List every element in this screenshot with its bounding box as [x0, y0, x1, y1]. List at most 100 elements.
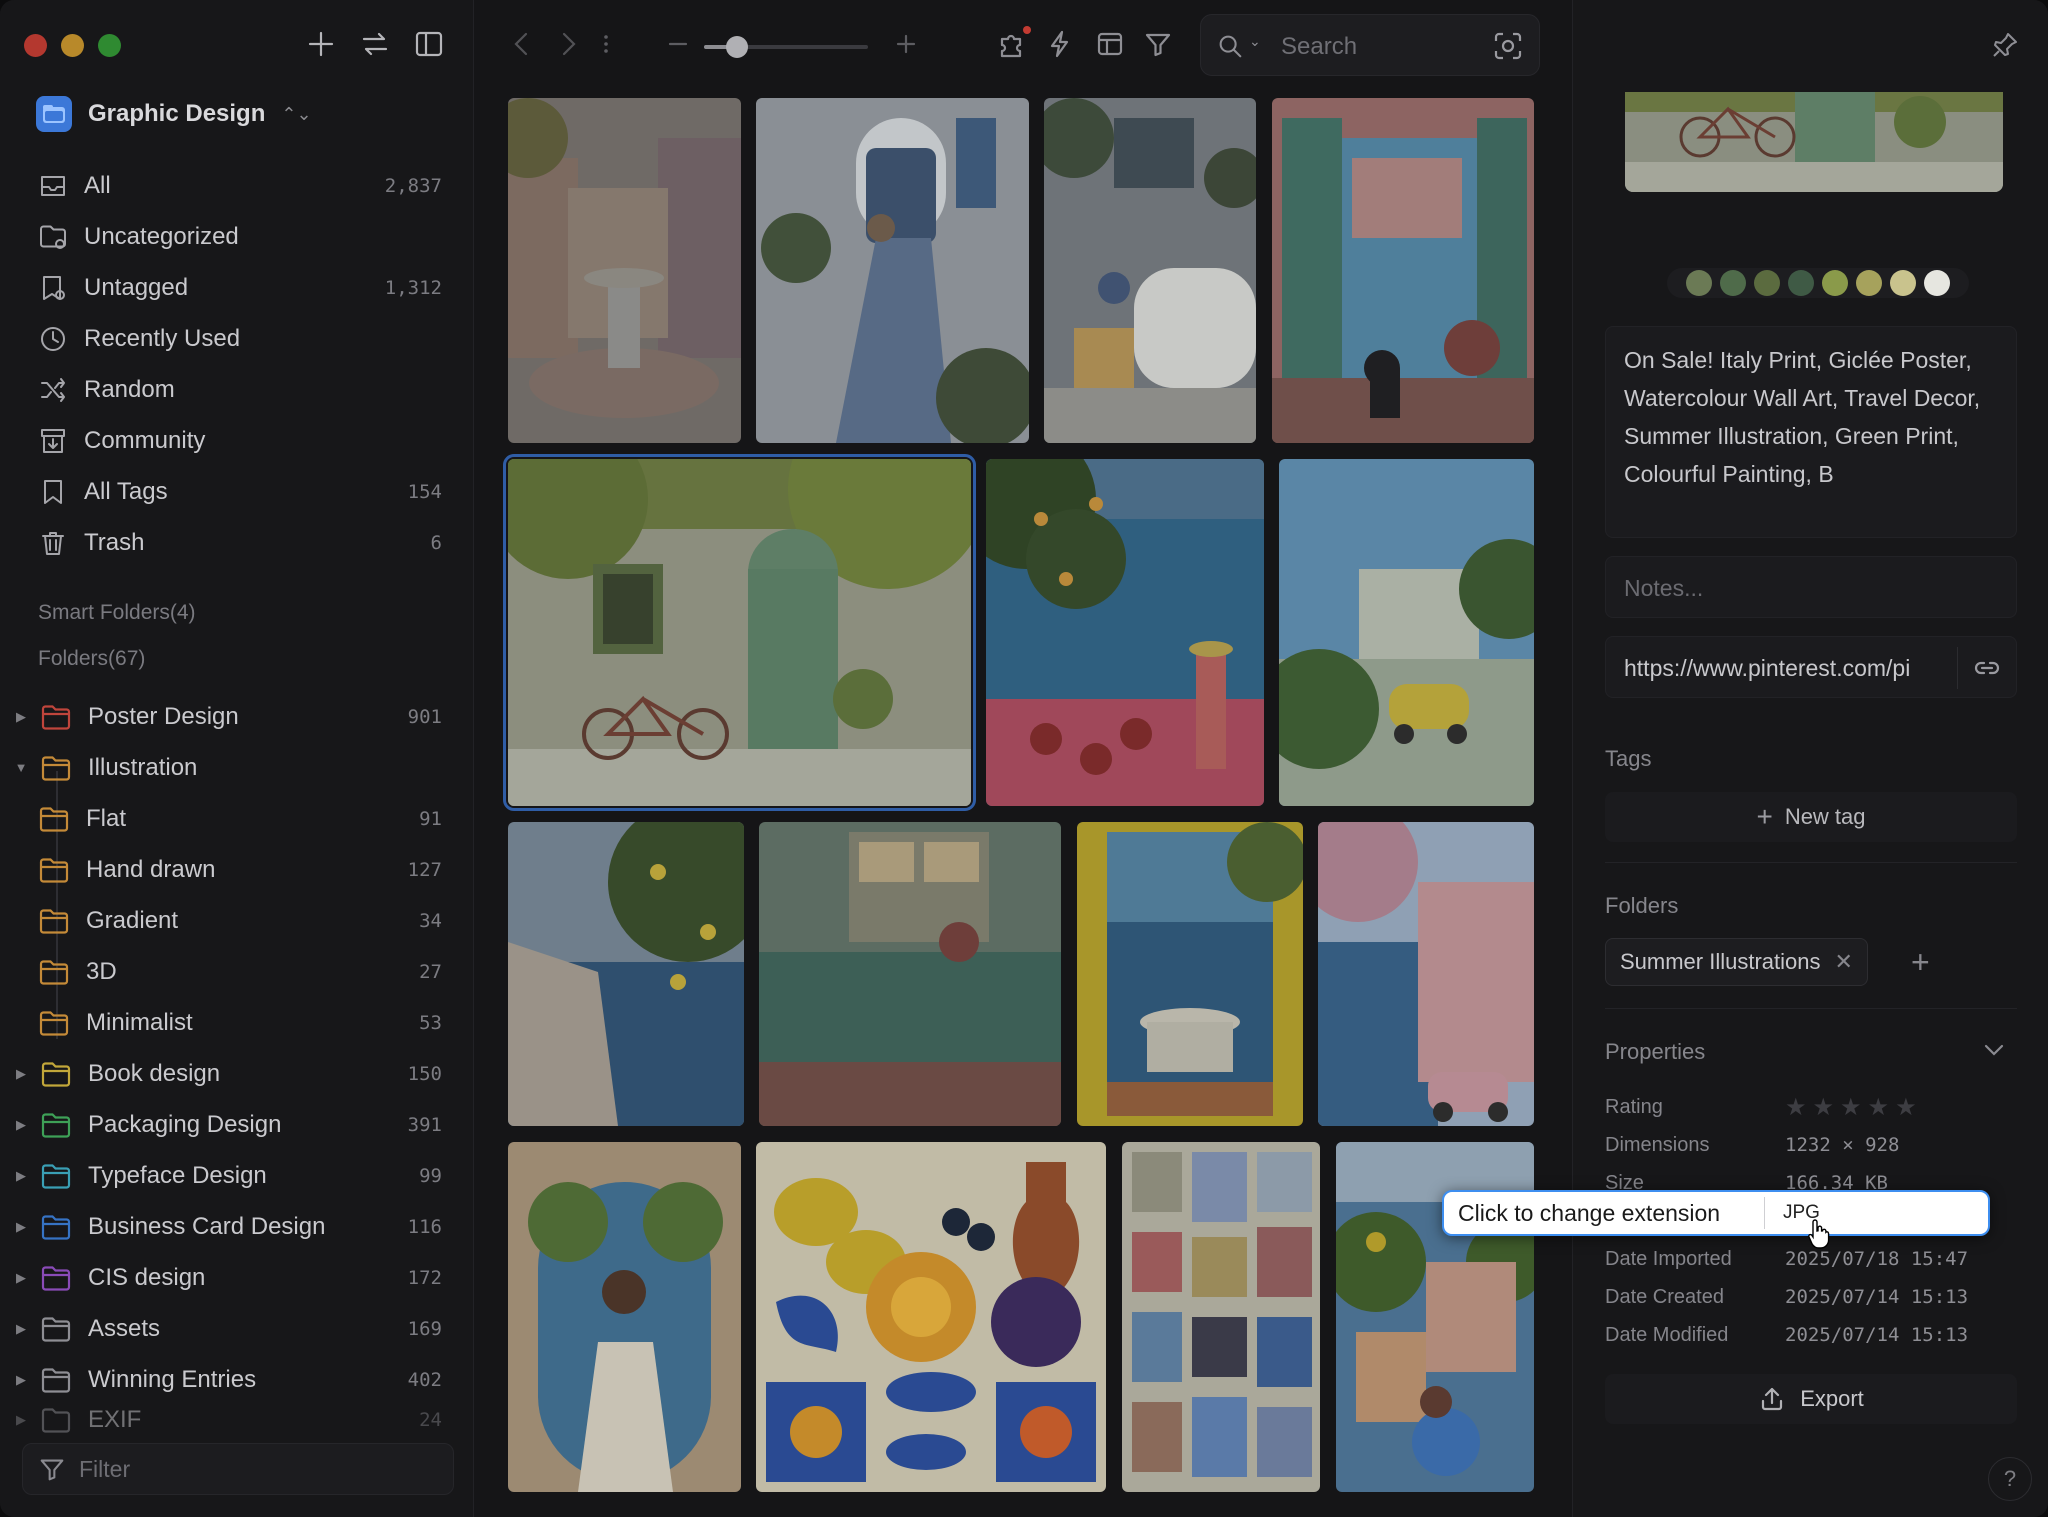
star-icon[interactable]: ★: [1785, 1093, 1807, 1122]
new-tag-button[interactable]: + New tag: [1605, 792, 2017, 842]
color-swatch[interactable]: [1822, 270, 1848, 296]
sidebar-item-all-tags[interactable]: All Tags 154: [0, 466, 474, 517]
folder-item-illustration[interactable]: ▼ Illustration: [0, 742, 474, 793]
grid-thumbnail[interactable]: [1272, 98, 1534, 443]
expand-icon[interactable]: ▶: [12, 1066, 30, 1082]
chevron-down-icon[interactable]: ⌄: [1249, 33, 1261, 50]
star-icon[interactable]: ★: [1813, 1093, 1835, 1122]
swap-icon[interactable]: [359, 28, 391, 60]
sidebar-item-random[interactable]: Random: [0, 364, 474, 415]
expand-icon[interactable]: ▶: [12, 1117, 30, 1133]
zoom-slider-knob[interactable]: [725, 36, 748, 58]
sidebar-item-untagged[interactable]: Untagged 1,312: [0, 262, 474, 313]
folder-item-hand-drawn[interactable]: Hand drawn 127: [0, 844, 474, 895]
grid-thumbnail[interactable]: [1279, 459, 1534, 806]
folder-item-poster-design[interactable]: ▶ Poster Design 901: [0, 691, 474, 742]
folder-item-flat[interactable]: Flat 91: [0, 793, 474, 844]
add-folder-button[interactable]: +: [1911, 946, 1930, 978]
sidebar-item-recently-used[interactable]: Recently Used: [0, 313, 474, 364]
grid-thumbnail[interactable]: [756, 1142, 1106, 1492]
more-vertical-icon[interactable]: [590, 28, 622, 60]
color-swatch[interactable]: [1890, 270, 1916, 296]
library-switcher[interactable]: Graphic Design ⌃⌄: [36, 96, 312, 132]
layout-icon[interactable]: [1094, 28, 1126, 60]
color-swatch[interactable]: [1856, 270, 1882, 296]
minimize-window-button[interactable]: [61, 34, 84, 57]
grid-thumbnail[interactable]: [508, 822, 744, 1126]
folder-item-typeface-design[interactable]: ▶ Typeface Design 99: [0, 1150, 474, 1201]
folder-item-winning-entries[interactable]: ▶ Winning Entries 402: [0, 1354, 474, 1405]
export-button[interactable]: Export: [1605, 1374, 2017, 1424]
zoom-in-icon[interactable]: [890, 28, 922, 60]
filter-icon[interactable]: [1142, 28, 1174, 60]
color-swatch[interactable]: [1686, 270, 1712, 296]
grid-thumbnail[interactable]: [1044, 98, 1256, 443]
grid-thumbnail[interactable]: [986, 459, 1264, 806]
smart-folders-header[interactable]: Smart Folders(4): [38, 601, 196, 625]
folder-item-book-design[interactable]: ▶ Book design 150: [0, 1048, 474, 1099]
chevron-down-icon[interactable]: [1980, 1036, 2008, 1064]
grid-thumbnail-selected[interactable]: [503, 454, 976, 811]
zoom-out-icon[interactable]: [662, 28, 694, 60]
sidebar-toggle-icon[interactable]: [413, 28, 445, 60]
folder-icon: [41, 704, 71, 730]
folder-item-cis-design[interactable]: ▶ CIS design 172: [0, 1252, 474, 1303]
grid-thumbnail[interactable]: [1077, 822, 1303, 1126]
extension-editor[interactable]: Click to change extension JPG: [1442, 1190, 1990, 1236]
expand-icon[interactable]: ▶: [12, 1219, 30, 1235]
image-preview[interactable]: [1625, 92, 2003, 192]
help-button[interactable]: ?: [1988, 1457, 2032, 1501]
grid-thumbnail[interactable]: [508, 1142, 741, 1492]
expand-icon[interactable]: ▶: [12, 1168, 30, 1184]
forward-icon[interactable]: [552, 28, 584, 60]
expand-icon[interactable]: ▶: [12, 1321, 30, 1337]
close-icon[interactable]: ✕: [1835, 949, 1853, 975]
plus-icon[interactable]: [305, 28, 337, 60]
folder-item-gradient[interactable]: Gradient 34: [0, 895, 474, 946]
export-icon: [1762, 1387, 1783, 1411]
sidebar-item-uncategorized[interactable]: Uncategorized: [0, 211, 474, 262]
expand-icon[interactable]: ▶: [12, 709, 30, 725]
folder-item-assets[interactable]: ▶ Assets 169: [0, 1303, 474, 1354]
filter-input[interactable]: Filter: [22, 1443, 454, 1495]
star-icon[interactable]: ★: [1840, 1093, 1862, 1122]
link-icon[interactable]: [1972, 653, 2002, 683]
sidebar-item-community[interactable]: Community: [0, 415, 474, 466]
lightning-icon[interactable]: [1044, 28, 1076, 60]
search-input[interactable]: ⌄ Search: [1200, 14, 1540, 76]
grid-thumbnail[interactable]: [756, 98, 1029, 443]
inspector-panel: On Sale! Italy Print, Giclée Poster, Wat…: [1572, 0, 2048, 1517]
color-swatch[interactable]: [1924, 270, 1950, 296]
grid-thumbnail[interactable]: [1122, 1142, 1320, 1492]
color-swatch[interactable]: [1754, 270, 1780, 296]
grid-thumbnail[interactable]: [1318, 822, 1534, 1126]
close-window-button[interactable]: [24, 34, 47, 57]
color-swatch[interactable]: [1720, 270, 1746, 296]
zoom-window-button[interactable]: [98, 34, 121, 57]
sidebar-item-all[interactable]: All 2,837: [0, 160, 474, 211]
folder-item-3d[interactable]: 3D 27: [0, 946, 474, 997]
folder-chip[interactable]: Summer Illustrations ✕: [1605, 938, 1868, 986]
star-icon[interactable]: ★: [1895, 1093, 1917, 1122]
extension-input[interactable]: JPG: [1765, 1202, 1988, 1224]
properties-header[interactable]: Properties: [1605, 1039, 1705, 1065]
rating-stars[interactable]: ★ ★ ★ ★ ★: [1785, 1093, 1917, 1122]
pin-icon[interactable]: [1990, 30, 2020, 60]
url-field[interactable]: https://www.pinterest.com/pi: [1605, 636, 2017, 698]
description-field[interactable]: On Sale! Italy Print, Giclée Poster, Wat…: [1605, 326, 2017, 538]
star-icon[interactable]: ★: [1868, 1093, 1890, 1122]
grid-thumbnail[interactable]: [508, 98, 741, 443]
folder-item-business-card-design[interactable]: ▶ Business Card Design 116: [0, 1201, 474, 1252]
image-search-icon[interactable]: [1491, 29, 1525, 63]
notes-field[interactable]: Notes...: [1605, 556, 2017, 618]
grid-thumbnail[interactable]: [759, 822, 1061, 1126]
expand-icon[interactable]: ▶: [12, 1372, 30, 1388]
expand-icon[interactable]: ▼: [12, 760, 30, 775]
folder-item-minimalist[interactable]: Minimalist 53: [0, 997, 474, 1048]
back-icon[interactable]: [506, 28, 538, 60]
sidebar-item-trash[interactable]: Trash 6: [0, 517, 474, 568]
folder-item-packaging-design[interactable]: ▶ Packaging Design 391: [0, 1099, 474, 1150]
folders-header[interactable]: Folders(67): [38, 647, 145, 671]
expand-icon[interactable]: ▶: [12, 1270, 30, 1286]
color-swatch[interactable]: [1788, 270, 1814, 296]
